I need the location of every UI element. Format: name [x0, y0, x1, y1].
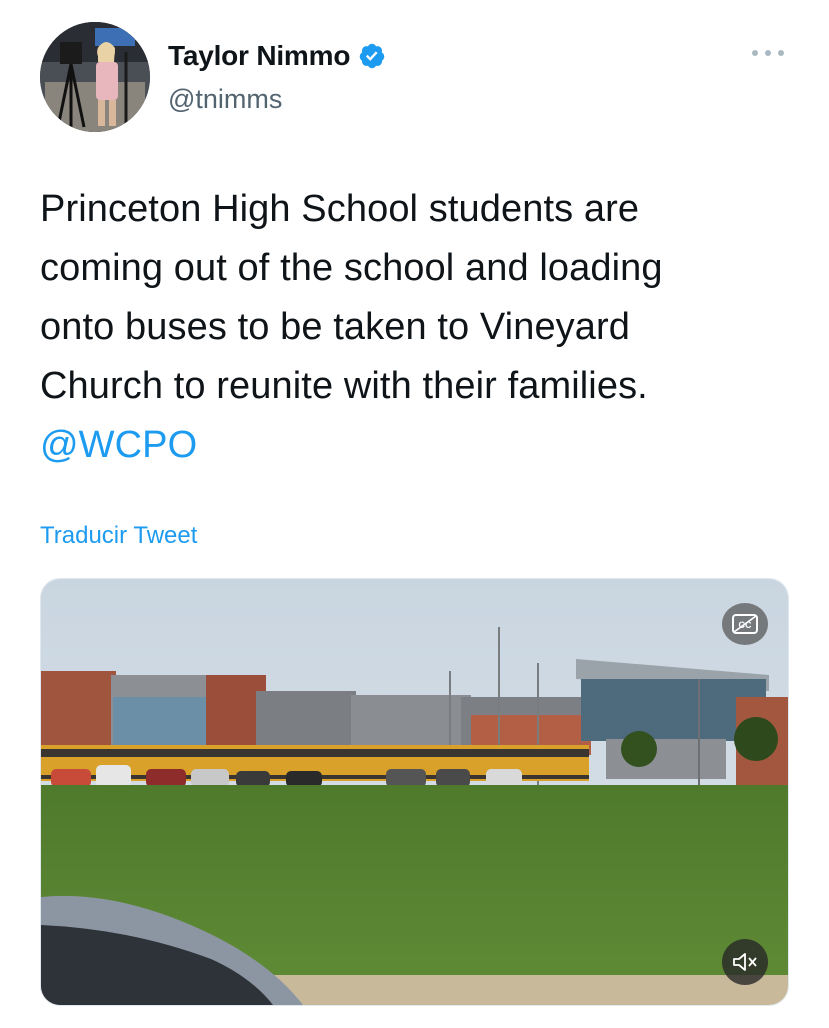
author-name-row: Taylor Nimmo [168, 40, 386, 72]
more-dot [778, 50, 784, 56]
tweet-text-line: Church to reunite with their families. [40, 365, 648, 407]
muted-speaker-icon[interactable] [722, 939, 768, 985]
author-display-name[interactable]: Taylor Nimmo [168, 40, 350, 72]
avatar[interactable] [40, 22, 150, 132]
video-frame [41, 579, 788, 1005]
tweet-header: Taylor Nimmo @tnimms [40, 22, 800, 134]
tweet-text-line: Princeton High School students are [40, 188, 640, 230]
video-player[interactable]: CC [40, 578, 789, 1006]
translate-tweet-link[interactable]: Traducir Tweet [40, 522, 197, 550]
mention-link[interactable]: @WCPO [40, 416, 800, 475]
more-dot [765, 50, 771, 56]
author-handle[interactable]: @tnimms [168, 84, 282, 115]
closed-captions-icon[interactable]: CC [722, 603, 768, 645]
svg-text:CC: CC [739, 620, 752, 630]
verified-badge-icon [358, 42, 386, 70]
tweet-text: Princeton High School students are comin… [40, 180, 800, 475]
avatar-photo [40, 22, 150, 132]
tweet-text-line: onto buses to be taken to Vineyard [40, 306, 631, 348]
tweet-text-line: coming out of the school and loading [40, 247, 663, 289]
more-options-icon[interactable] [752, 48, 784, 58]
more-dot [752, 50, 758, 56]
